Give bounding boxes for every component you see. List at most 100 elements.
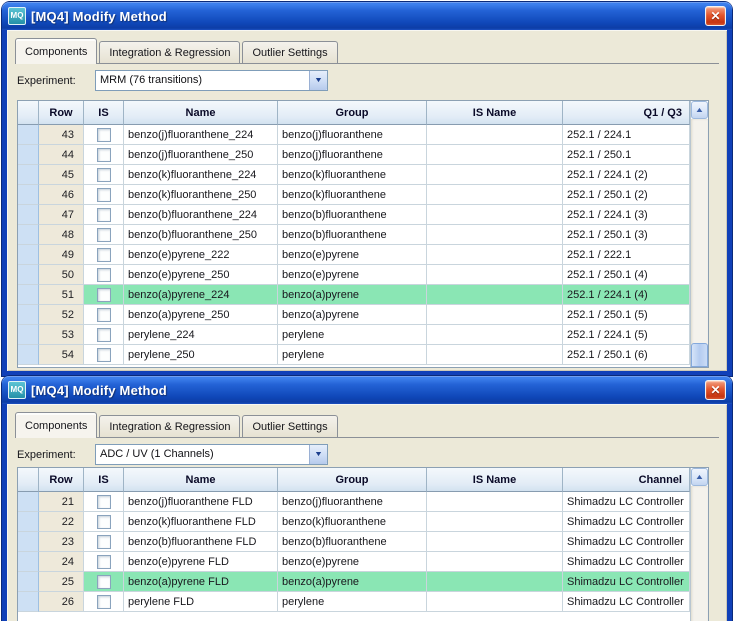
is-name-cell[interactable] — [427, 145, 563, 165]
header-row-column[interactable]: Row — [39, 101, 84, 125]
is-cell[interactable] — [84, 145, 124, 165]
tab-integration-regression[interactable]: Integration & Regression — [99, 415, 241, 437]
is-cell[interactable] — [84, 325, 124, 345]
is-name-cell[interactable] — [427, 185, 563, 205]
value-cell[interactable]: 252.1 / 250.1 (3) — [563, 225, 690, 245]
row-number-cell[interactable]: 51 — [39, 285, 84, 305]
value-cell[interactable]: 252.1 / 250.1 — [563, 145, 690, 165]
value-cell[interactable]: 252.1 / 250.1 (5) — [563, 305, 690, 325]
is-cell[interactable] — [84, 245, 124, 265]
header-selector-cell[interactable] — [18, 101, 39, 125]
name-cell[interactable]: benzo(j)fluoranthene FLD — [124, 492, 278, 512]
scroll-up-button[interactable]: ▲ — [691, 101, 708, 119]
name-cell[interactable]: benzo(b)fluoranthene FLD — [124, 532, 278, 552]
row-selector-cell[interactable] — [18, 532, 39, 552]
header-name-column[interactable]: Name — [124, 468, 278, 492]
value-cell[interactable]: 252.1 / 250.1 (6) — [563, 345, 690, 365]
name-cell[interactable]: benzo(b)fluoranthene_250 — [124, 225, 278, 245]
is-name-cell[interactable] — [427, 305, 563, 325]
is-name-cell[interactable] — [427, 205, 563, 225]
tab-integration-regression[interactable]: Integration & Regression — [99, 41, 241, 63]
tab-outlier-settings[interactable]: Outlier Settings — [242, 415, 338, 437]
is-cell[interactable] — [84, 345, 124, 365]
is-name-cell[interactable] — [427, 225, 563, 245]
value-cell[interactable]: 252.1 / 224.1 — [563, 125, 690, 145]
is-cell[interactable] — [84, 205, 124, 225]
is-cell[interactable] — [84, 225, 124, 245]
row-number-cell[interactable]: 24 — [39, 552, 84, 572]
group-cell[interactable]: benzo(e)pyrene — [278, 245, 427, 265]
tab-components[interactable]: Components — [15, 38, 98, 64]
row-number-cell[interactable]: 53 — [39, 325, 84, 345]
is-checkbox[interactable] — [96, 147, 111, 162]
value-cell[interactable]: 252.1 / 250.1 (4) — [563, 265, 690, 285]
close-button[interactable]: ✕ — [705, 380, 726, 400]
row-number-cell[interactable]: 48 — [39, 225, 84, 245]
is-cell[interactable] — [84, 265, 124, 285]
is-cell[interactable] — [84, 285, 124, 305]
value-cell[interactable]: Shimadzu LC Controller — [563, 532, 690, 552]
experiment-dropdown[interactable]: MRM (76 transitions) ▼ — [95, 70, 328, 91]
is-checkbox[interactable] — [96, 287, 111, 302]
value-cell[interactable]: 252.1 / 224.1 (2) — [563, 165, 690, 185]
vertical-scrollbar[interactable]: ▲ — [690, 468, 708, 621]
vertical-scrollbar[interactable]: ▲ — [690, 101, 708, 367]
value-cell[interactable]: Shimadzu LC Controller — [563, 552, 690, 572]
header-group-column[interactable]: Group — [278, 101, 427, 125]
value-cell[interactable]: Shimadzu LC Controller — [563, 592, 690, 612]
name-cell[interactable]: perylene_224 — [124, 325, 278, 345]
value-cell[interactable]: Shimadzu LC Controller — [563, 492, 690, 512]
is-cell[interactable] — [84, 165, 124, 185]
dropdown-button[interactable]: ▼ — [309, 445, 327, 464]
row-selector-cell[interactable] — [18, 325, 39, 345]
is-name-cell[interactable] — [427, 345, 563, 365]
row-number-cell[interactable]: 45 — [39, 165, 84, 185]
scroll-up-button[interactable]: ▲ — [691, 468, 708, 486]
is-checkbox[interactable] — [96, 267, 111, 282]
row-selector-cell[interactable] — [18, 125, 39, 145]
is-checkbox[interactable] — [96, 347, 111, 362]
row-selector-cell[interactable] — [18, 145, 39, 165]
group-cell[interactable]: benzo(j)fluoranthene — [278, 492, 427, 512]
is-name-cell[interactable] — [427, 165, 563, 185]
row-number-cell[interactable]: 50 — [39, 265, 84, 285]
header-selector-cell[interactable] — [18, 468, 39, 492]
group-cell[interactable]: benzo(k)fluoranthene — [278, 185, 427, 205]
row-number-cell[interactable]: 22 — [39, 512, 84, 532]
name-cell[interactable]: benzo(a)pyrene FLD — [124, 572, 278, 592]
dropdown-button[interactable]: ▼ — [309, 71, 327, 90]
row-selector-cell[interactable] — [18, 285, 39, 305]
header-name-column[interactable]: Name — [124, 101, 278, 125]
is-cell[interactable] — [84, 305, 124, 325]
tab-outlier-settings[interactable]: Outlier Settings — [242, 41, 338, 63]
name-cell[interactable]: benzo(a)pyrene_250 — [124, 305, 278, 325]
row-number-cell[interactable]: 26 — [39, 592, 84, 612]
close-button[interactable]: ✕ — [705, 6, 726, 26]
group-cell[interactable]: perylene — [278, 345, 427, 365]
is-cell[interactable] — [84, 512, 124, 532]
is-cell[interactable] — [84, 532, 124, 552]
group-cell[interactable]: benzo(k)fluoranthene — [278, 512, 427, 532]
is-name-cell[interactable] — [427, 125, 563, 145]
value-cell[interactable]: 252.1 / 224.1 (3) — [563, 205, 690, 225]
is-checkbox[interactable] — [96, 247, 111, 262]
name-cell[interactable]: benzo(e)pyrene_222 — [124, 245, 278, 265]
title-bar[interactable]: MQ [MQ4] Modify Method ✕ — [2, 376, 732, 404]
group-cell[interactable]: benzo(j)fluoranthene — [278, 125, 427, 145]
row-number-cell[interactable]: 25 — [39, 572, 84, 592]
is-checkbox[interactable] — [96, 494, 111, 509]
row-number-cell[interactable]: 52 — [39, 305, 84, 325]
title-bar[interactable]: MQ [MQ4] Modify Method ✕ — [2, 2, 732, 30]
is-checkbox[interactable] — [96, 227, 111, 242]
name-cell[interactable]: benzo(k)fluoranthene_250 — [124, 185, 278, 205]
is-name-cell[interactable] — [427, 325, 563, 345]
header-channel-column[interactable]: Channel — [563, 468, 690, 492]
is-checkbox[interactable] — [96, 594, 111, 609]
row-selector-cell[interactable] — [18, 225, 39, 245]
name-cell[interactable]: perylene_250 — [124, 345, 278, 365]
group-cell[interactable]: benzo(b)fluoranthene — [278, 205, 427, 225]
scrollbar-track[interactable] — [691, 119, 708, 367]
value-cell[interactable]: 252.1 / 222.1 — [563, 245, 690, 265]
row-selector-cell[interactable] — [18, 165, 39, 185]
header-is-name-column[interactable]: IS Name — [427, 468, 563, 492]
